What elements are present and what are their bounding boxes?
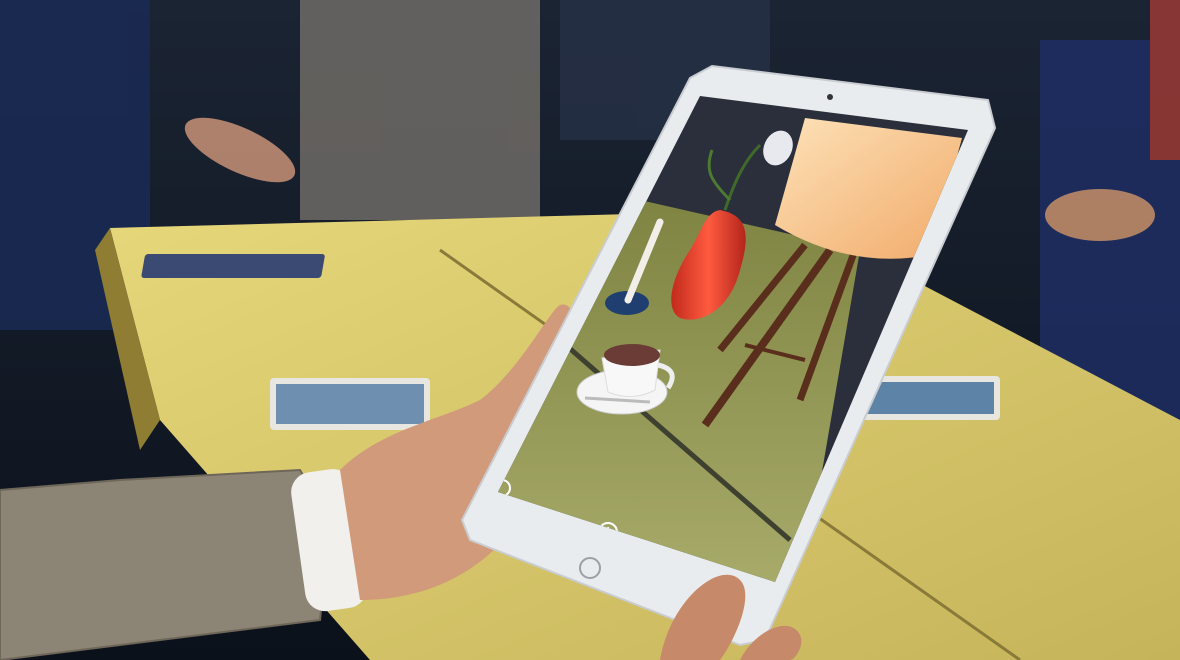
front-camera-icon [827, 94, 833, 100]
photo-scene [0, 0, 1180, 660]
home-button-icon[interactable] [579, 557, 601, 579]
